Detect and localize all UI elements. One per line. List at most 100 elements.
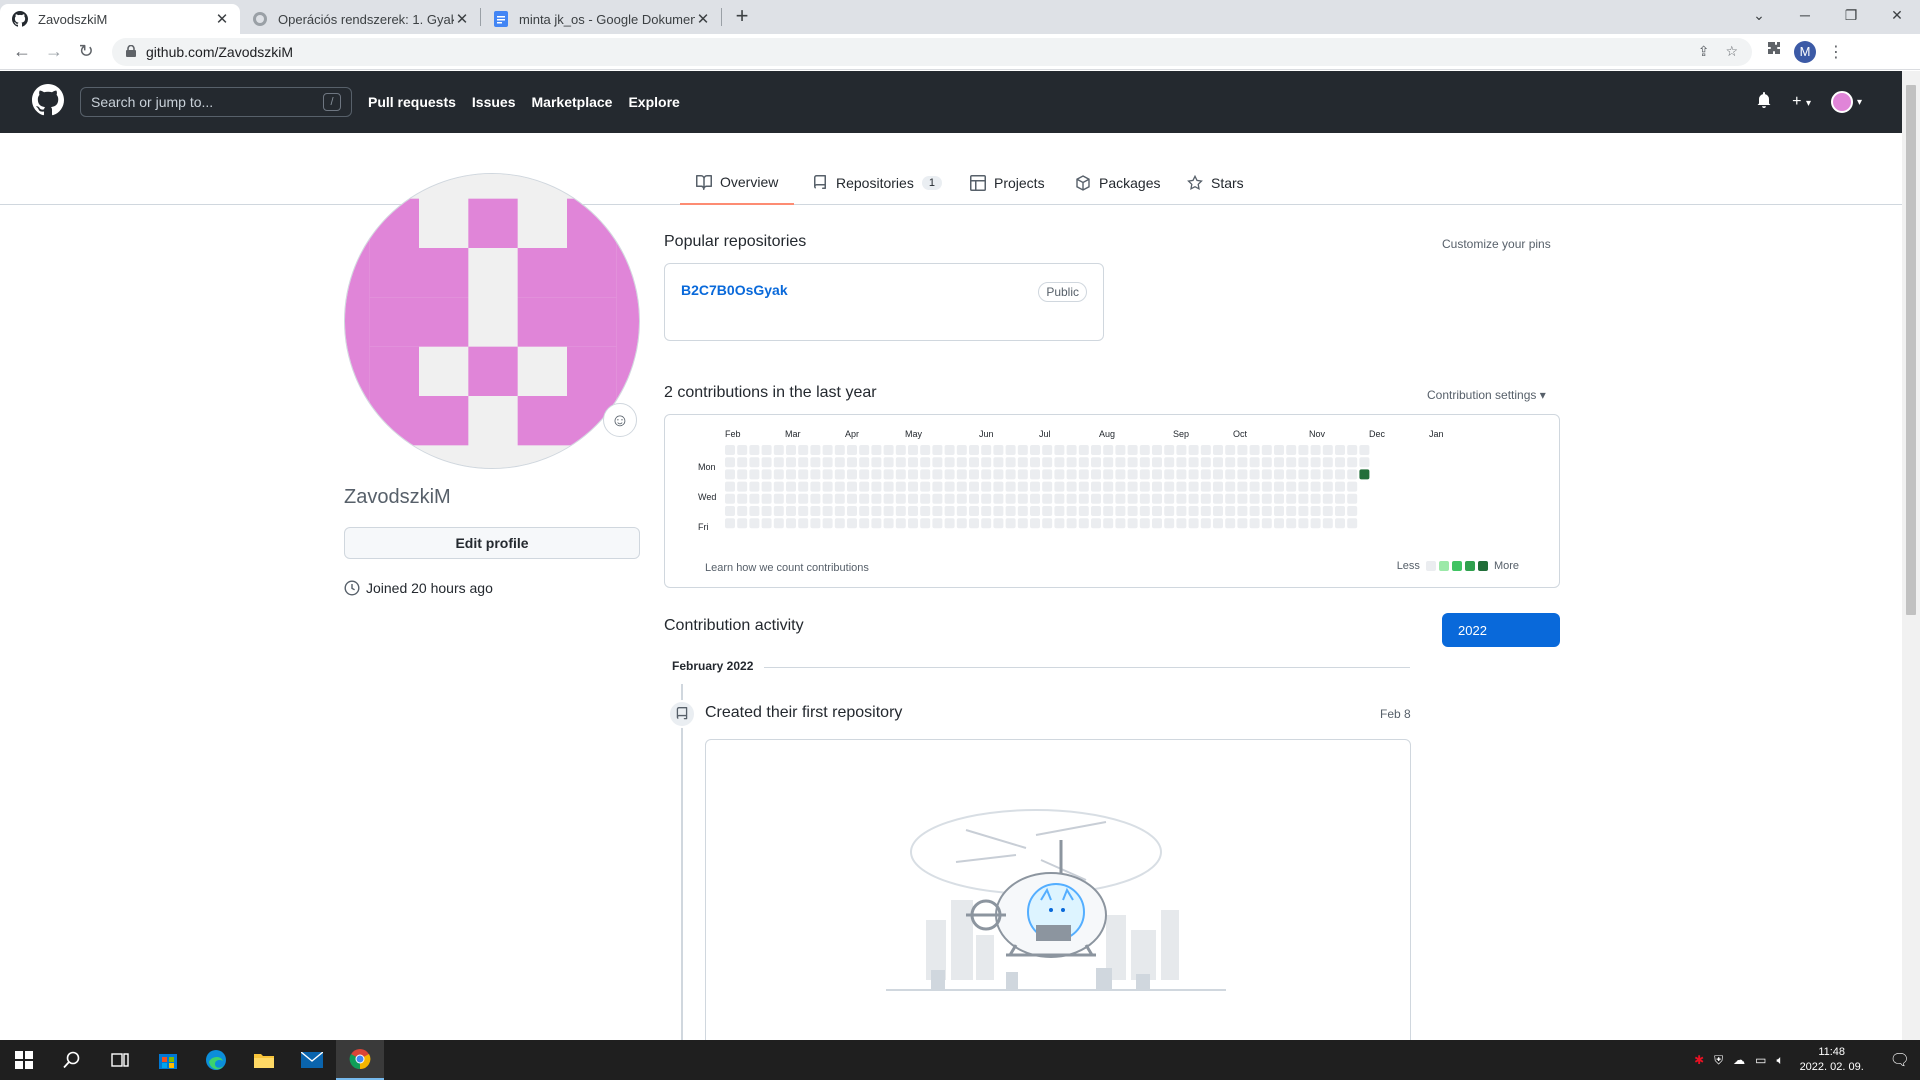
contribution-day-cell[interactable] [786,506,796,516]
contribution-day-cell[interactable] [1213,457,1223,468]
contribution-day-cell[interactable] [1103,457,1114,468]
contribution-day-cell[interactable] [1274,518,1284,529]
contribution-day-cell[interactable] [981,481,992,492]
volume-icon[interactable]: 🔈︎ [1776,1053,1783,1068]
contribution-day-cell[interactable] [1127,493,1138,504]
contribution-day-cell[interactable] [773,457,784,468]
contribution-day-cell[interactable] [749,457,760,468]
contribution-day-cell[interactable] [1066,469,1077,480]
contribution-day-cell[interactable] [1078,469,1089,480]
contribution-day-cell[interactable] [859,445,870,455]
contribution-day-cell[interactable] [1225,493,1236,504]
contribution-day-cell[interactable] [1335,445,1345,455]
contribution-day-cell[interactable] [1298,457,1309,468]
contribution-day-cell[interactable] [1188,469,1199,480]
contribution-day-cell[interactable] [1249,457,1260,468]
contribution-day-cell[interactable] [1127,469,1138,480]
contribution-day-cell[interactable] [1335,481,1345,492]
contribution-settings-dropdown[interactable]: Contribution settings ▾ [1427,388,1546,402]
security-shield-icon[interactable]: ⛨ [1714,1053,1723,1068]
contribution-day-cell[interactable] [822,469,833,480]
contribution-day-cell[interactable] [895,493,906,504]
contribution-day-cell[interactable] [969,506,979,516]
contribution-day-cell[interactable] [1274,481,1284,492]
contribution-day-cell[interactable] [1261,457,1272,468]
contribution-day-cell[interactable] [1054,469,1065,480]
contribution-day-cell[interactable] [847,481,857,492]
contribution-day-cell[interactable] [1139,457,1150,468]
contribution-day-cell[interactable] [969,493,979,504]
contribution-day-cell[interactable] [1310,506,1321,516]
contribution-day-cell[interactable] [1188,445,1199,455]
new-tab-button[interactable]: + [728,3,756,31]
contribution-day-cell[interactable] [773,506,784,516]
contribution-day-cell[interactable] [1017,457,1028,468]
create-new-dropdown[interactable]: + ▾ [1792,93,1811,111]
contribution-day-cell[interactable] [993,506,1004,516]
contribution-day-cell[interactable] [956,445,967,455]
contribution-day-cell[interactable] [1152,506,1162,516]
contribution-day-cell[interactable] [895,481,906,492]
contribution-day-cell[interactable] [932,506,943,516]
contribution-day-cell[interactable] [725,518,735,529]
tab-packages[interactable]: Packages [1075,160,1160,205]
search-icon[interactable] [48,1040,96,1080]
contribution-day-cell[interactable] [908,493,918,504]
contribution-day-cell[interactable] [1103,493,1114,504]
contribution-day-cell[interactable] [871,518,882,529]
contribution-day-cell[interactable] [908,506,918,516]
contribution-day-cell[interactable] [1078,493,1089,504]
contribution-day-cell[interactable] [1127,445,1138,455]
contribution-day-cell[interactable] [1042,469,1053,480]
contribution-day-cell[interactable] [847,457,857,468]
contribution-day-cell[interactable] [798,493,809,504]
contribution-day-cell[interactable] [1066,493,1077,504]
contribution-day-cell[interactable] [944,506,955,516]
contribution-day-cell[interactable] [1249,506,1260,516]
contribution-day-cell[interactable] [859,506,870,516]
contribution-day-cell[interactable] [1152,481,1162,492]
browser-tab-github[interactable]: ZavodszkiM ✕ [0,4,240,34]
contribution-day-cell[interactable] [1237,469,1248,480]
contribution-day-cell[interactable] [1127,506,1138,516]
contribution-day-cell[interactable] [1188,506,1199,516]
user-menu-dropdown[interactable]: ▾ [1830,91,1862,113]
contribution-day-cell[interactable] [786,481,796,492]
contribution-day-cell[interactable] [969,445,979,455]
contribution-day-cell[interactable] [1066,506,1077,516]
contribution-day-cell[interactable] [1261,469,1272,480]
contribution-day-cell[interactable] [1298,518,1309,529]
contribution-day-cell[interactable] [810,457,821,468]
contribution-day-cell[interactable] [969,481,979,492]
contribution-day-cell[interactable] [871,493,882,504]
contribution-day-cell[interactable] [1359,445,1370,455]
contribution-day-cell[interactable] [810,481,821,492]
contribution-day-cell[interactable] [1139,481,1150,492]
contribution-day-cell[interactable] [810,445,821,455]
reload-icon[interactable]: ↻ [70,36,102,68]
contribution-day-cell[interactable] [1249,481,1260,492]
contribution-day-cell[interactable] [1322,445,1333,455]
contribution-day-cell[interactable] [1237,445,1248,455]
contribution-day-cell[interactable] [1164,457,1175,468]
contribution-day-cell[interactable] [786,518,796,529]
contribution-day-cell[interactable] [1347,457,1358,468]
contribution-day-cell[interactable] [749,518,760,529]
contribution-day-cell[interactable] [1200,493,1211,504]
contribution-day-cell[interactable] [725,445,735,455]
contribution-day-cell[interactable] [1127,481,1138,492]
contribution-day-cell[interactable] [786,493,796,504]
contribution-day-cell[interactable] [1335,506,1345,516]
contribution-day-cell[interactable] [761,445,772,455]
contribution-day-cell[interactable] [1286,481,1297,492]
contribution-day-cell[interactable] [1322,469,1333,480]
nav-issues[interactable]: Issues [472,94,516,110]
close-tab-icon[interactable]: ✕ [695,10,711,28]
contribution-day-cell[interactable] [920,506,931,516]
browser-tab-docs[interactable]: minta jk_os - Google Dokumentu ✕ [481,4,721,34]
contribution-day-cell[interactable] [1347,445,1358,455]
contribution-day-cell[interactable] [1261,445,1272,455]
close-window-button[interactable]: ✕ [1874,0,1920,30]
contribution-day-cell[interactable] [1310,481,1321,492]
contribution-day-cell[interactable] [737,506,748,516]
